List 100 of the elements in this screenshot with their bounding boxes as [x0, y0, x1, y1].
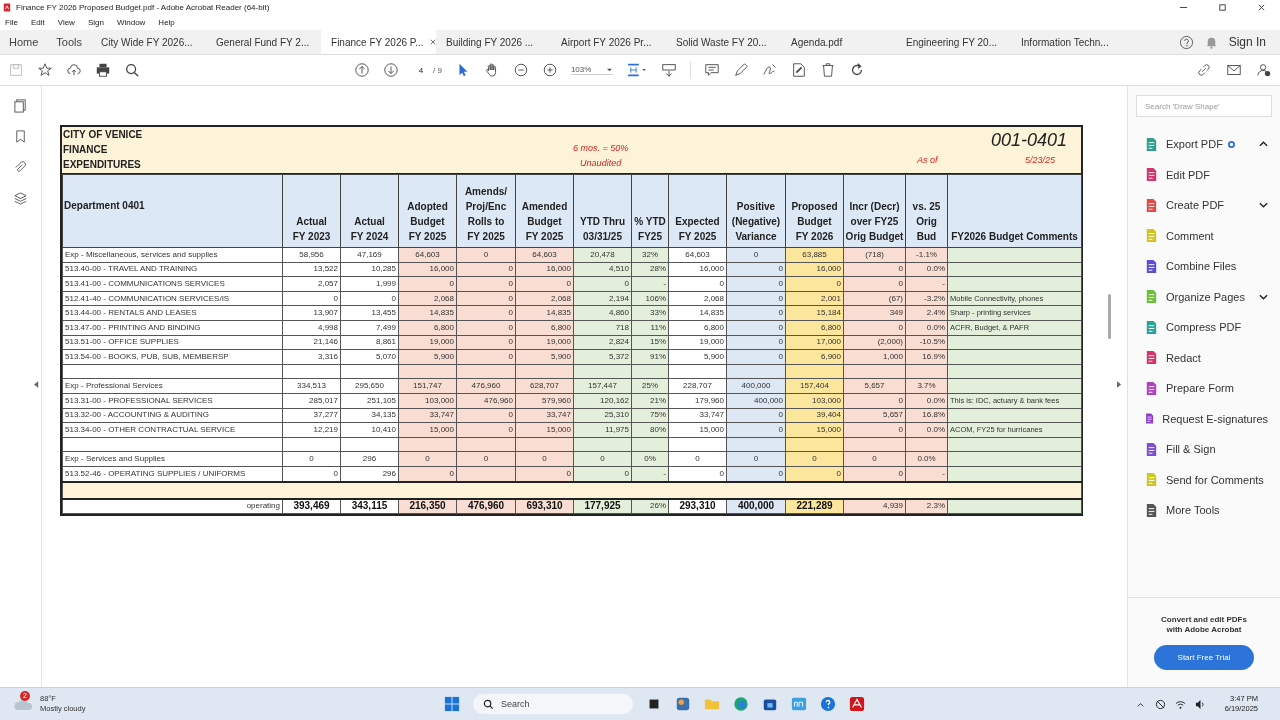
scrollbar-thumb[interactable] [1108, 294, 1111, 339]
tool-item[interactable]: Send for Comments [1128, 464, 1280, 495]
tool-item[interactable]: Edit PDF [1128, 159, 1280, 190]
promo-text: Convert and edit PDFs with Adobe Acrobat [1161, 615, 1247, 635]
star-icon[interactable] [37, 62, 53, 78]
tool-item[interactable]: Combine Files [1128, 251, 1280, 282]
table-cell: 120,162 [600, 395, 629, 405]
page-number-field[interactable]: 4 [412, 63, 430, 77]
table-cell: 2,194 [608, 293, 629, 303]
chevron-down-icon[interactable] [1259, 202, 1268, 209]
table-cell: 0 [508, 410, 513, 420]
sheet-heading: EXPENDITURES [63, 158, 142, 172]
wifi-icon[interactable] [1174, 698, 1186, 710]
table-cell: 0 [778, 410, 783, 420]
bookmark-icon[interactable] [13, 129, 28, 144]
table-cell: 17,000 [816, 337, 841, 347]
help-icon[interactable] [1178, 34, 1194, 50]
table-cell: 15,000 [546, 424, 571, 434]
column-header: Adopted Budget FY 2025 [398, 174, 457, 248]
app-tile-icon[interactable] [791, 696, 807, 712]
nav-tab[interactable]: Tools [47, 30, 92, 54]
table-cell: 63,885 [802, 249, 827, 259]
collapse-arrow-icon[interactable] [34, 381, 39, 388]
table-cell: 0 [333, 293, 338, 303]
caret-icon[interactable] [605, 66, 613, 73]
table-cell: 103,000 [425, 395, 454, 405]
table-cell: - [663, 468, 666, 478]
network-icon[interactable] [1154, 698, 1166, 710]
link-icon[interactable] [1196, 62, 1212, 78]
tool-item[interactable]: Create PDF [1128, 190, 1280, 221]
tool-item[interactable]: Request E-signatures [1128, 403, 1280, 434]
layers-icon[interactable] [13, 191, 28, 206]
menu-item[interactable]: Sign [87, 17, 104, 27]
menu-item[interactable]: Window [116, 17, 146, 27]
tool-item[interactable]: Comment [1128, 220, 1280, 251]
tool-item[interactable]: Fill & Sign [1128, 434, 1280, 465]
paperclip-icon[interactable] [13, 160, 28, 175]
table-cell: 47,169 [357, 249, 382, 259]
table-cell: 7,499 [375, 322, 396, 332]
maximize-icon[interactable] [1218, 2, 1227, 12]
table-cell: 0 [508, 424, 513, 434]
user-add-icon[interactable] [1256, 62, 1272, 78]
menu-item[interactable]: Help [158, 17, 175, 27]
browser-icon[interactable] [733, 696, 749, 712]
tool-item[interactable]: More Tools [1128, 495, 1280, 526]
table-cell: 10,285 [371, 264, 396, 274]
acrobat-icon[interactable] [849, 696, 865, 712]
start-trial-button[interactable]: Start Free Trial [1154, 645, 1254, 670]
document-tab[interactable]: Finance FY 2026 P... [321, 30, 437, 54]
document-tab[interactable]: Solid Waste FY 20... [666, 30, 782, 54]
print-icon[interactable] [95, 62, 111, 78]
close-icon[interactable] [429, 39, 436, 45]
tool-item[interactable]: Redact [1128, 342, 1280, 373]
document-tab[interactable]: Information Techn... [1011, 30, 1127, 54]
tool-item[interactable]: Compress PDF [1128, 312, 1280, 343]
pen-icon[interactable] [732, 62, 749, 78]
zoom-dropdown[interactable]: 103% [570, 65, 613, 75]
nav-tab[interactable]: Home [0, 30, 48, 54]
table-cell: 512.41-40 - COMMUNICATION SERVICES/IS [65, 293, 230, 303]
page-fit-icon[interactable] [625, 62, 648, 78]
document-tab[interactable]: Building FY 2026 ... [436, 30, 552, 54]
cloud-upload-icon[interactable] [66, 62, 82, 78]
search-field[interactable]: Search 'Draw Shape' [1136, 95, 1272, 117]
pages-icon[interactable] [13, 98, 28, 113]
document-tab[interactable]: City Wide FY 2026... [91, 30, 207, 54]
expand-arrow-icon[interactable] [1117, 381, 1122, 388]
mail-icon[interactable] [1226, 62, 1242, 78]
widgets-icon[interactable] [675, 696, 691, 712]
speaker-icon[interactable] [1194, 698, 1206, 710]
document-tab[interactable]: Agenda.pdf [781, 30, 897, 54]
sign-in-link[interactable]: Sign In [1228, 35, 1266, 49]
tool-item[interactable]: Organize Pages [1128, 281, 1280, 312]
help-icon[interactable] [820, 696, 836, 712]
table-cell: 513.47-00 - PRINTING AND BINDING [65, 322, 201, 332]
table-cell: 39,404 [816, 410, 841, 420]
menu-item[interactable]: View [57, 17, 75, 27]
chevron-down-icon[interactable] [1259, 293, 1268, 300]
page-down-icon[interactable] [383, 62, 399, 78]
search-icon[interactable] [124, 62, 140, 78]
document-tab[interactable]: Engineering FY 20... [896, 30, 1012, 54]
chevron-up-icon[interactable] [1259, 141, 1268, 148]
tool-item[interactable]: Export PDF [1128, 129, 1280, 160]
scroll-mode-icon[interactable] [660, 62, 677, 78]
table-cell: 0 [508, 351, 513, 361]
document-tab[interactable]: General Fund FY 2... [206, 30, 322, 54]
table-cell: 295,650 [355, 381, 384, 391]
menu-item[interactable]: File [5, 17, 18, 27]
close-icon[interactable] [1257, 2, 1266, 12]
start-icon[interactable] [444, 696, 460, 712]
zoom-in-icon[interactable] [541, 62, 558, 78]
page-up-icon[interactable] [354, 62, 370, 78]
tool-item[interactable]: Prepare Form [1128, 373, 1280, 404]
table-cell: 14,835 [699, 308, 724, 318]
table-cell: 37,277 [313, 410, 338, 420]
zoom-out-icon[interactable] [512, 62, 529, 78]
taskbar-search-field[interactable]: Search [473, 694, 633, 714]
comment-icon[interactable] [703, 62, 720, 78]
document-tab[interactable]: Airport FY 2026 Pr... [551, 30, 667, 54]
menu-item[interactable]: Edit [30, 17, 45, 27]
edit-document-icon[interactable] [790, 62, 807, 78]
